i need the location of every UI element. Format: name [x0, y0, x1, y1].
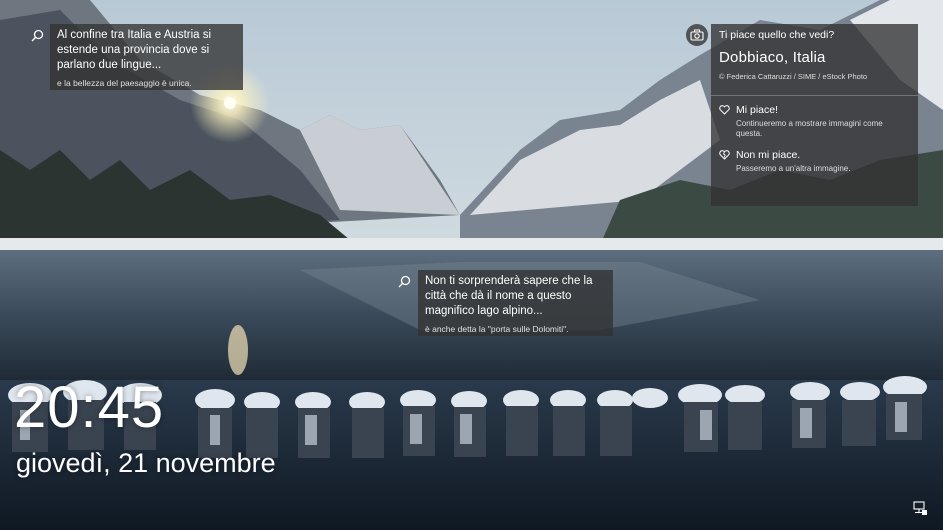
spotlight-credit: © Federica Cattaruzzi / SIME / eStock Ph…	[719, 72, 868, 81]
hint-card-top[interactable]: Al confine tra Italia e Austria si esten…	[50, 24, 243, 90]
network-icon	[913, 501, 927, 515]
lock-clock: 20:45	[14, 375, 165, 440]
lock-date: giovedì, 21 novembre	[16, 448, 276, 478]
dislike-description: Passeremo a un'altra immagine.	[736, 164, 851, 173]
like-label: Mi piace!	[736, 104, 779, 116]
camera-icon	[690, 29, 704, 41]
search-icon	[398, 275, 410, 287]
hint-bottom-subtitle: è anche detta la "porta sulle Dolomiti".	[425, 324, 569, 334]
spotlight-divider	[711, 95, 918, 96]
spotlight-question: Ti piace quello che vedi?	[719, 29, 835, 41]
network-status-button[interactable]	[912, 500, 928, 516]
like-description: Continueremo a mostrare immagini come qu…	[736, 119, 883, 138]
hint-top-title: Al confine tra Italia e Austria si esten…	[57, 29, 212, 71]
dislike-label: Non mi piace.	[736, 149, 801, 161]
dislike-option[interactable]: Non mi piace. Passeremo a un'altra immag…	[719, 149, 910, 174]
hint-search-icon-button[interactable]	[26, 24, 48, 46]
heart-icon	[719, 105, 730, 115]
hint-bottom-title: Non ti sorprenderà sapere che la città c…	[425, 275, 593, 317]
hint-search-icon-button-2[interactable]	[393, 270, 415, 292]
search-icon	[31, 29, 43, 41]
spotlight-location: Dobbiaco, Italia	[719, 49, 826, 66]
spotlight-panel: Ti piace quello che vedi? Dobbiaco, Ital…	[711, 24, 918, 206]
hint-card-bottom[interactable]: Non ti sorprenderà sapere che la città c…	[418, 270, 613, 336]
heart-broken-icon	[719, 150, 730, 160]
like-option[interactable]: Mi piace! Continueremo a mostrare immagi…	[719, 104, 910, 139]
hint-top-subtitle: e la bellezza del paesaggio è unica.	[57, 78, 192, 88]
spotlight-camera-button[interactable]	[686, 24, 708, 46]
